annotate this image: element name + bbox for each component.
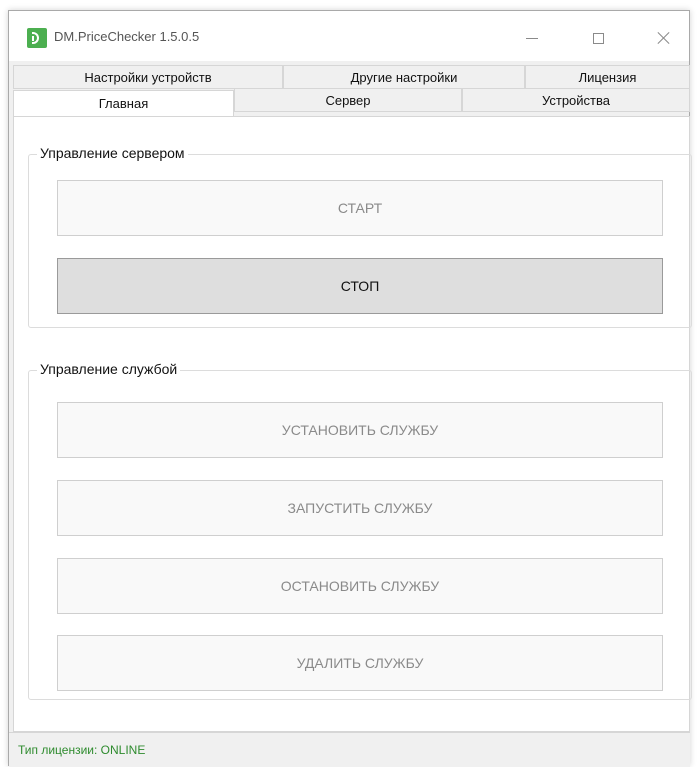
tab-other-settings[interactable]: Другие настройки xyxy=(283,65,525,89)
tab-server[interactable]: Сервер xyxy=(234,88,462,112)
close-button[interactable] xyxy=(641,23,687,53)
service-control-group: Управление службой УСТАНОВИТЬ СЛУЖБУ ЗАП… xyxy=(28,361,692,700)
install-service-button[interactable]: УСТАНОВИТЬ СЛУЖБУ xyxy=(57,402,663,458)
tab-device-settings[interactable]: Настройки устройств xyxy=(13,65,283,89)
run-service-button[interactable]: ЗАПУСТИТЬ СЛУЖБУ xyxy=(57,480,663,536)
tab-devices[interactable]: Устройства xyxy=(462,88,690,112)
stop-server-button[interactable]: СТОП xyxy=(57,258,663,314)
main-tab-content: Управление сервером СТАРТ СТОП Управлени… xyxy=(13,116,692,732)
tab-control: Настройки устройств Другие настройки Лиц… xyxy=(9,61,690,119)
minimize-button[interactable] xyxy=(509,23,555,53)
server-control-title: Управление сервером xyxy=(37,145,188,161)
tab-license[interactable]: Лицензия xyxy=(525,65,690,89)
service-control-title: Управление службой xyxy=(37,361,181,377)
maximize-icon xyxy=(592,32,604,44)
app-icon xyxy=(27,28,47,48)
minimize-icon xyxy=(526,37,538,39)
server-control-group: Управление сервером СТАРТ СТОП xyxy=(28,145,692,328)
license-status-text: Тип лицензии: ONLINE xyxy=(18,743,146,757)
title-bar[interactable]: DM.PriceChecker 1.5.0.5 xyxy=(9,11,689,61)
start-server-button[interactable]: СТАРТ xyxy=(57,180,663,236)
stop-service-button[interactable]: ОСТАНОВИТЬ СЛУЖБУ xyxy=(57,558,663,614)
tab-main[interactable]: Главная xyxy=(13,90,234,117)
application-window: DM.PriceChecker 1.5.0.5 Настройки устрой… xyxy=(8,10,692,767)
maximize-button[interactable] xyxy=(575,23,621,53)
window-title: DM.PriceChecker 1.5.0.5 xyxy=(54,29,200,44)
delete-service-button[interactable]: УДАЛИТЬ СЛУЖБУ xyxy=(57,635,663,691)
status-bar: Тип лицензии: ONLINE xyxy=(9,732,690,767)
close-icon xyxy=(657,31,671,45)
